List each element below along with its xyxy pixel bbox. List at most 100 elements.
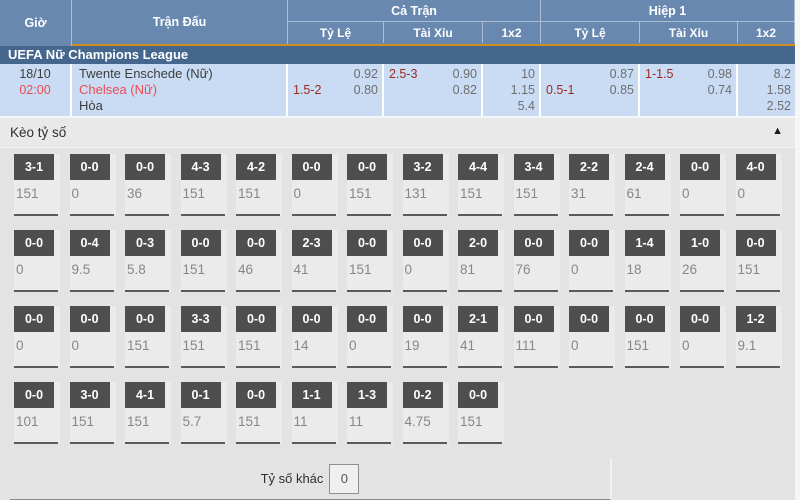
- score-odd-cell[interactable]: 0-24.75: [403, 382, 449, 444]
- score-odd-cell[interactable]: 0-0151: [736, 230, 782, 292]
- half-hdp-away-odds[interactable]: 0.85: [610, 82, 634, 98]
- score-odd-cell[interactable]: 3-3151: [181, 306, 227, 368]
- score-odd-cell[interactable]: 4-2151: [236, 154, 282, 216]
- cell-underline: [125, 442, 169, 444]
- score-odd-cell[interactable]: 2-081: [458, 230, 504, 292]
- score-odd-cell[interactable]: 0-0151: [458, 382, 504, 444]
- score-odd-cell[interactable]: 1-418: [625, 230, 671, 292]
- score-odd-cell[interactable]: 0-0151: [347, 154, 393, 216]
- cell-underline: [625, 366, 669, 368]
- score-odds-value: 151: [14, 180, 60, 201]
- score-odd-cell[interactable]: 1-29.1: [736, 306, 782, 368]
- score-odd-cell[interactable]: 0-00: [403, 230, 449, 292]
- score-odd-cell[interactable]: 0-49.5: [70, 230, 116, 292]
- score-odd-cell[interactable]: 0-00: [70, 154, 116, 216]
- score-odd-cell[interactable]: 4-1151: [125, 382, 171, 444]
- score-odd-cell[interactable]: 0-076: [514, 230, 560, 292]
- score-odd-cell[interactable]: 0-0151: [181, 230, 227, 292]
- score-odd-cell[interactable]: 0-35.8: [125, 230, 171, 292]
- score-odd-cell[interactable]: 2-231: [569, 154, 615, 216]
- score-odds-value: 151: [181, 180, 227, 201]
- score-odd-cell[interactable]: 0-0151: [625, 306, 671, 368]
- score-odd-cell[interactable]: 0-15.7: [181, 382, 227, 444]
- score-odd-cell[interactable]: 0-00: [680, 306, 726, 368]
- half-1x2-home-odds[interactable]: 8.2: [738, 66, 795, 82]
- half-ou-under-odds[interactable]: 0.74: [708, 82, 732, 98]
- score-odds-value: 0: [292, 180, 338, 201]
- score-odd-cell[interactable]: 1-026: [680, 230, 726, 292]
- score-chip: 3-0: [70, 382, 110, 408]
- score-odd-cell[interactable]: 0-00: [14, 230, 60, 292]
- score-odd-cell[interactable]: 4-00: [736, 154, 782, 216]
- score-odd-cell[interactable]: 1-111: [292, 382, 338, 444]
- score-odd-cell[interactable]: 0-019: [403, 306, 449, 368]
- full-hdp-away-odds[interactable]: 0.80: [354, 82, 378, 98]
- score-odd-cell[interactable]: 3-4151: [514, 154, 560, 216]
- score-odd-cell[interactable]: 0-0151: [347, 230, 393, 292]
- score-odd-cell[interactable]: 3-1151: [14, 154, 60, 216]
- other-score-value-box[interactable]: 0: [329, 464, 359, 494]
- cell-underline: [625, 290, 669, 292]
- score-odd-cell[interactable]: 0-00: [70, 306, 116, 368]
- full-ou-under-odds[interactable]: 0.82: [453, 82, 477, 98]
- collapse-triangle-icon[interactable]: ▲: [772, 125, 783, 137]
- half-handicap-odds-cell[interactable]: 0.87 0.5-10.85: [541, 64, 640, 116]
- full-handicap-odds-cell[interactable]: 0.92 1.5-20.80: [288, 64, 384, 116]
- cell-underline: [181, 290, 225, 292]
- half-1x2-away-odds[interactable]: 1.58: [738, 82, 795, 98]
- half-1x2-odds-cell[interactable]: 8.2 1.58 2.52: [738, 64, 795, 116]
- cell-underline: [181, 366, 225, 368]
- full-overunder-odds-cell[interactable]: 2.5-30.90 0.82: [384, 64, 483, 116]
- score-odd-cell[interactable]: 2-341: [292, 230, 338, 292]
- cell-underline: [403, 442, 447, 444]
- full-1x2-draw-odds[interactable]: 5.4: [483, 98, 539, 114]
- full-hdp-home-odds[interactable]: 0.92: [354, 66, 378, 82]
- score-odd-cell[interactable]: 0-0151: [125, 306, 171, 368]
- full-1x2-odds-cell[interactable]: 10 1.15 5.4: [483, 64, 541, 116]
- score-odd-cell[interactable]: 0-036: [125, 154, 171, 216]
- score-odd-cell[interactable]: 3-0151: [70, 382, 116, 444]
- group-label-first-half: Hiệp 1: [541, 0, 795, 22]
- score-odds-value: 151: [625, 332, 671, 353]
- score-odds-value: 5.8: [125, 256, 171, 277]
- score-odd-cell[interactable]: 0-0151: [236, 382, 282, 444]
- score-chip: 0-2: [403, 382, 443, 408]
- score-odd-cell[interactable]: 4-4151: [458, 154, 504, 216]
- cell-underline: [736, 366, 780, 368]
- score-odd-cell[interactable]: 0-0111: [514, 306, 560, 368]
- score-odd-cell[interactable]: 0-0101: [14, 382, 60, 444]
- score-odd-cell[interactable]: 0-046: [236, 230, 282, 292]
- score-odd-cell[interactable]: 2-141: [458, 306, 504, 368]
- score-odds-value: 14: [292, 332, 338, 353]
- match-row[interactable]: 18/10 02:00 Twente Enschede (Nữ) Chelsea…: [0, 64, 795, 116]
- score-odd-cell[interactable]: 0-00: [680, 154, 726, 216]
- score-odd-cell[interactable]: 2-461: [625, 154, 671, 216]
- score-odd-cell[interactable]: 4-3151: [181, 154, 227, 216]
- score-odd-cell[interactable]: 1-311: [347, 382, 393, 444]
- full-ou-over-odds[interactable]: 0.90: [453, 66, 477, 82]
- half-overunder-odds-cell[interactable]: 1-1.50.98 0.74: [640, 64, 738, 116]
- score-odds-value: 11: [292, 408, 338, 429]
- score-odd-cell[interactable]: 3-2131: [403, 154, 449, 216]
- score-odd-cell[interactable]: 0-00: [14, 306, 60, 368]
- full-1x2-home-odds[interactable]: 10: [483, 66, 539, 82]
- cell-underline: [70, 366, 114, 368]
- score-chip: 2-4: [625, 154, 665, 180]
- correct-score-header[interactable]: Kèo tỷ số ▲: [0, 118, 795, 148]
- full-1x2-away-odds[interactable]: 1.15: [483, 82, 539, 98]
- score-chip: 0-0: [236, 382, 276, 408]
- score-odd-cell[interactable]: 0-00: [569, 306, 615, 368]
- score-odds-value: 111: [514, 332, 560, 353]
- half-hdp-home-odds[interactable]: 0.87: [610, 66, 634, 82]
- score-odd-cell[interactable]: 0-00: [292, 154, 338, 216]
- score-odd-cell[interactable]: 0-0151: [236, 306, 282, 368]
- score-odds-value: 151: [458, 408, 504, 429]
- score-odd-cell[interactable]: 0-00: [347, 306, 393, 368]
- half-1x2-draw-odds[interactable]: 2.52: [738, 98, 795, 114]
- score-odds-value: 19: [403, 332, 449, 353]
- score-odd-cell[interactable]: 0-014: [292, 306, 338, 368]
- score-chip: 3-4: [514, 154, 554, 180]
- half-ou-over-odds[interactable]: 0.98: [708, 66, 732, 82]
- cell-underline: [625, 214, 669, 216]
- score-odd-cell[interactable]: 0-00: [569, 230, 615, 292]
